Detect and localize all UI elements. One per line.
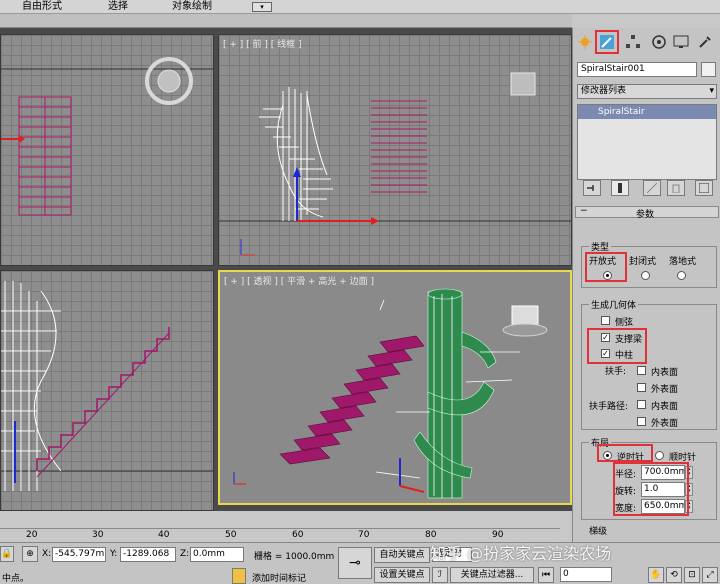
menu-object-paint[interactable]: 对象绘制 <box>172 0 212 14</box>
pin-stack-icon[interactable] <box>583 180 601 196</box>
grid-size-label: 栅格 = 1000.0mm <box>254 552 335 562</box>
motion-icon[interactable] <box>649 32 669 52</box>
create-icon[interactable] <box>575 32 595 52</box>
rail-path-outside-checkbox[interactable] <box>637 417 646 426</box>
modifier-stack: SpiralStair <box>577 104 717 180</box>
ruler-tick: 80 <box>425 530 437 540</box>
handrail-outside-label: 外表面 <box>651 385 679 395</box>
type-box-radio[interactable] <box>677 271 686 280</box>
menu-dropdown-icon[interactable]: ▾ <box>252 2 272 12</box>
configure-sets-icon[interactable] <box>695 180 713 196</box>
maximize-viewport-icon[interactable]: ⤢ <box>702 567 718 583</box>
frame-field[interactable]: 0 <box>560 567 612 582</box>
z-label: Z: <box>180 549 190 559</box>
watermark: 知乎 @扮家家云渲染农场 <box>430 544 612 563</box>
ruler-tick: 40 <box>158 530 170 540</box>
ruler-tick: 90 <box>492 530 504 540</box>
rail-path-inside-label: 内表面 <box>651 402 679 412</box>
chevron-down-icon: ▾ <box>709 86 714 96</box>
geometry-group-title: 生成几何体 <box>589 298 639 311</box>
hierarchy-icon[interactable] <box>623 32 643 52</box>
menu-freeform[interactable]: 自由形式 <box>22 0 62 14</box>
z-coordinate-field[interactable]: 0.0mm <box>190 547 244 562</box>
rollout-header-parameters[interactable]: − 参数 <box>575 206 719 220</box>
handrail-path-label: 扶手路径: <box>589 402 629 412</box>
top-stair-wireframe <box>1 57 213 216</box>
set-key-button[interactable]: 设置关键点 <box>374 567 430 583</box>
handrail-label: 扶手: <box>605 367 627 377</box>
viewport-area: [ + ] [ 前 ] [ 线框 ] [+] [透视] [平滑 + 高… <box>0 28 572 511</box>
pan-icon[interactable]: ✋ <box>648 567 664 583</box>
handrail-outside-checkbox[interactable] <box>637 383 646 392</box>
set-key-icon[interactable]: ⊸ <box>338 547 372 579</box>
ruler-tick: 60 <box>292 530 304 540</box>
orbit-icon[interactable]: ⟲ <box>666 567 682 583</box>
modifier-list-dropdown[interactable]: 修改器列表 ▾ <box>577 84 717 99</box>
key-curve-icon[interactable]: ℐ <box>432 567 448 583</box>
viewport-perspective[interactable]: [ + ] [ 透视 ] [ 平滑 + 高光 + 边面 ] <box>218 270 572 505</box>
ribbon-strip <box>0 14 572 28</box>
cw-radio[interactable] <box>655 451 664 460</box>
zoom-region-icon[interactable]: ⊡ <box>684 567 700 583</box>
show-end-result-icon[interactable] <box>611 180 629 196</box>
menu-bar: 自由形式 选择 对象绘制 ▾ <box>0 0 720 14</box>
rail-path-outside-label: 外表面 <box>651 419 679 429</box>
side-string-label: 侧弦 <box>615 318 634 328</box>
time-tag-icon[interactable] <box>232 568 246 584</box>
object-color-swatch[interactable] <box>701 62 716 77</box>
x-label: X: <box>42 549 52 559</box>
modifier-list-label: 修改器列表 <box>581 86 627 96</box>
x-coordinate-field[interactable]: -545.797m <box>52 547 106 562</box>
key-filters-button[interactable]: 关键点过滤器... <box>450 567 534 583</box>
display-icon[interactable] <box>671 32 691 52</box>
side-string-checkbox[interactable] <box>601 316 610 325</box>
command-panel: SpiralStair001 修改器列表 ▾ SpiralStair − 参数 … <box>572 28 720 548</box>
open-type-highlight <box>585 252 627 282</box>
type-closed-radio[interactable] <box>641 271 650 280</box>
front-stair-wireframe <box>219 72 571 256</box>
handrail-inside-checkbox[interactable] <box>637 366 646 375</box>
rail-path-inside-checkbox[interactable] <box>637 400 646 409</box>
viewport-top[interactable] <box>0 34 214 266</box>
left-stair-wireframe <box>1 281 213 491</box>
ruler-tick: 50 <box>225 530 237 540</box>
utilities-icon[interactable] <box>695 32 715 52</box>
viewport-front[interactable]: [ + ] [ 前 ] [ 线框 ] <box>218 34 572 266</box>
modify-tab-highlight <box>595 30 619 54</box>
make-unique-icon[interactable] <box>643 180 661 196</box>
type-closed-label[interactable]: 封闭式 <box>629 254 656 267</box>
absolute-mode-icon[interactable]: ⊕ <box>22 546 38 562</box>
lock-selection-icon[interactable]: 🔒 <box>0 546 14 562</box>
type-box-label[interactable]: 落地式 <box>669 254 696 267</box>
go-to-start-icon[interactable]: ⏮ <box>538 567 554 583</box>
object-name-field[interactable]: SpiralStair001 <box>577 62 697 77</box>
menu-select[interactable]: 选择 <box>108 0 128 14</box>
status-bar: 🔒 ⊕ X: -545.797m Y: -1289.068 Z: 0.0mm 栅… <box>0 542 720 584</box>
auto-key-button[interactable]: 自动关键点 <box>374 547 430 563</box>
ccw-highlight <box>597 444 653 462</box>
rise-group-title: 梯级 <box>589 527 608 537</box>
y-label: Y: <box>110 549 118 559</box>
rollout-collapse-icon: − <box>580 206 588 216</box>
y-coordinate-field[interactable]: -1289.068 <box>120 547 176 562</box>
perspective-spiral-stair <box>233 288 548 499</box>
ruler-tick: 20 <box>26 530 38 540</box>
viewport-left[interactable] <box>0 270 214 511</box>
handrail-inside-label: 内表面 <box>651 368 679 378</box>
rollout-title: 参数 <box>636 210 655 220</box>
ruler-tick: 70 <box>358 530 370 540</box>
add-time-tag-label[interactable]: 添加时间标记 <box>252 571 306 584</box>
geometry-highlight <box>587 328 647 364</box>
stack-item-spiralstair[interactable]: SpiralStair <box>578 105 716 119</box>
remove-modifier-icon[interactable] <box>667 180 685 196</box>
prompt-line: 中点。 <box>2 574 30 584</box>
ruler-tick: 30 <box>92 530 104 540</box>
layout-values-highlight <box>613 462 689 516</box>
